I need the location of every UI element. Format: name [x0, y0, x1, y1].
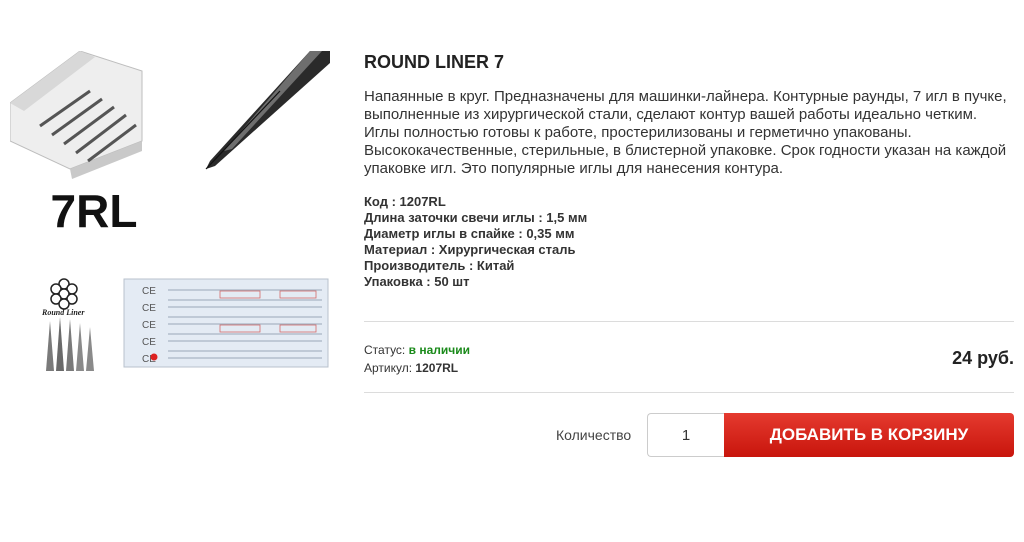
status-label: Статус:: [364, 343, 406, 357]
sku-label: Артикул:: [364, 361, 413, 375]
divider-top: [364, 321, 1014, 322]
status-line: Статус: в наличии: [364, 341, 470, 359]
product-description: Напаянные в круг. Предназначены для маши…: [364, 88, 1007, 177]
quantity-label: Количество: [556, 427, 632, 443]
round-liner-text: Round Liner: [41, 308, 85, 317]
ce-mark-2: CE: [142, 303, 156, 314]
spec-needle-diameter: Диаметр иглы в спайке : 0,35 мм: [364, 226, 575, 241]
7rl-label-image: 7RL: [38, 185, 150, 237]
7rl-text: 7RL: [51, 185, 138, 237]
needle-box-image: [10, 51, 143, 179]
quantity-input[interactable]: [647, 413, 724, 457]
needle-tip-image: [205, 51, 330, 170]
blister-package-image: CE CE CE CE CE: [123, 278, 329, 368]
product-title: ROUND LINER 7: [364, 52, 505, 72]
round-liner-diagram: Round Liner: [41, 278, 94, 371]
ce-mark-1: CE: [142, 286, 156, 297]
spec-material: Материал : Хирургическая сталь: [364, 242, 576, 257]
spec-sharpening-length: Длина заточки свечи иглы : 1,5 мм: [364, 210, 588, 225]
sku-value: 1207RL: [415, 361, 459, 375]
product-photo-collage: 7RL Round Liner CE CE CE CE CE: [10, 51, 330, 371]
sku-line: Артикул: 1207RL: [364, 359, 470, 377]
ce-mark-3: CE: [142, 320, 156, 331]
ce-mark-4: CE: [142, 337, 156, 348]
product-specs: Код : 1207RL Длина заточки свечи иглы : …: [364, 194, 1014, 290]
product-info: ROUND LINER 7 Напаянные в круг. Предназн…: [364, 51, 1014, 290]
status-block: Статус: в наличии Артикул: 1207RL: [364, 341, 470, 377]
add-to-cart-button[interactable]: ДОБАВИТЬ В КОРЗИНУ: [724, 413, 1014, 457]
spec-manufacturer: Производитель : Китай: [364, 258, 515, 273]
product-image[interactable]: 7RL Round Liner CE CE CE CE CE: [10, 51, 330, 371]
product-price: 24 руб.: [952, 348, 1014, 368]
divider-bottom: [364, 392, 1014, 393]
spec-code: Код : 1207RL: [364, 194, 446, 209]
spec-packaging: Упаковка : 50 шт: [364, 274, 470, 289]
status-value: в наличии: [408, 343, 470, 357]
red-dot-icon: [150, 353, 158, 361]
